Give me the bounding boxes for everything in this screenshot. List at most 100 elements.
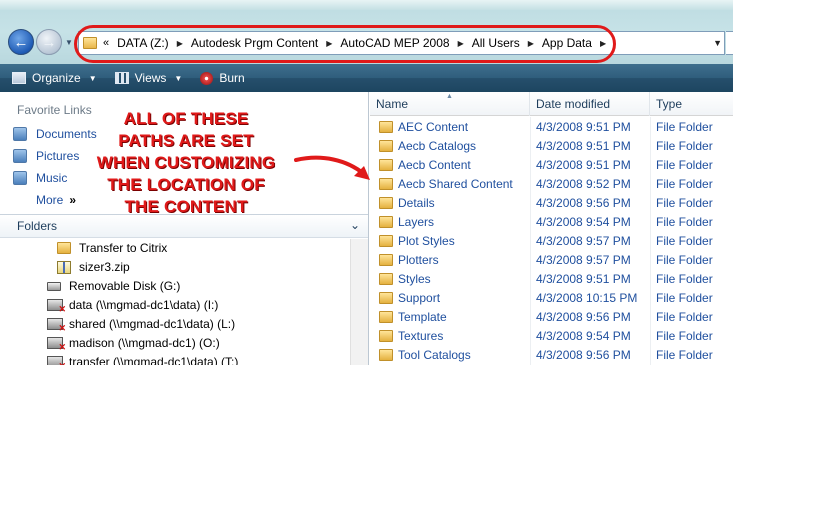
file-row[interactable]: Textures 4/3/2008 9:54 PM File Folder xyxy=(370,326,733,345)
favorite-link-music[interactable]: Music xyxy=(13,171,67,185)
folders-label: Folders xyxy=(17,219,58,233)
type-cell: File Folder xyxy=(656,328,713,343)
type-cell: File Folder xyxy=(656,176,713,191)
type-cell: File Folder xyxy=(656,347,713,362)
breadcrumb-arrow-icon[interactable]: ▶ xyxy=(458,39,464,48)
type-cell: File Folder xyxy=(656,119,713,134)
column-header-label: Name xyxy=(376,97,409,111)
tree-scrollbar[interactable] xyxy=(350,239,368,365)
file-row[interactable]: Plot Styles 4/3/2008 9:57 PM File Folder xyxy=(370,231,733,250)
folder-icon xyxy=(57,242,71,254)
date-modified-cell: 4/3/2008 9:51 PM xyxy=(536,157,631,172)
column-header-label: Date modified xyxy=(536,97,611,111)
burn-label: Burn xyxy=(219,71,245,85)
favorite-link-label: Music xyxy=(36,171,68,185)
breadcrumb-item[interactable]: DATA (Z:) xyxy=(117,36,169,50)
file-name-cell: AEC Content xyxy=(370,120,530,134)
folder-icon xyxy=(379,177,393,190)
organize-button[interactable]: Organize ▼ xyxy=(12,71,97,85)
file-list-pane: ▲ Name Date modified Type AEC Content 4/3… xyxy=(370,92,733,365)
type-cell: File Folder xyxy=(656,290,713,305)
breadcrumb-item[interactable]: AutoCAD MEP 2008 xyxy=(340,36,449,50)
type-cell: File Folder xyxy=(656,157,713,172)
annotation-line: WHEN CUSTOMIZING xyxy=(96,153,276,172)
file-row[interactable]: Styles 4/3/2008 9:51 PM File Folder xyxy=(370,269,733,288)
column-header-name[interactable]: ▲ Name xyxy=(370,92,530,116)
column-header-label: Type xyxy=(656,97,683,111)
folder-icon xyxy=(379,139,393,152)
folder-icon xyxy=(379,329,393,342)
burn-disc-icon xyxy=(200,71,214,85)
window-top-edge xyxy=(0,0,733,10)
address-bar[interactable]: « DATA (Z:) ▶ Autodesk Prgm Content ▶ Au… xyxy=(78,31,725,55)
column-header-type[interactable]: Type xyxy=(650,92,733,116)
breadcrumb-overflow-button[interactable]: « xyxy=(103,37,109,49)
date-modified-cell: 4/3/2008 10:15 PM xyxy=(536,290,638,305)
file-name: Support xyxy=(398,290,441,305)
breadcrumb-arrow-icon[interactable]: ▶ xyxy=(177,39,183,48)
views-label: Views xyxy=(134,71,167,85)
type-cell: File Folder xyxy=(656,252,713,267)
tree-item[interactable]: madison (\\mgmad-dc1) (O:) xyxy=(47,336,220,353)
annotation-text: ALL OF THESE PATHS ARE SET WHEN CUSTOMIZ… xyxy=(70,108,302,218)
file-name: Aecb Shared Content xyxy=(398,176,513,191)
file-name-cell: Details xyxy=(370,196,530,210)
views-button[interactable]: Views ▼ xyxy=(114,71,182,85)
annotation-arrow-icon xyxy=(294,155,370,180)
folder-icon xyxy=(379,310,393,323)
file-name-cell: Styles xyxy=(370,272,530,286)
breadcrumb-item[interactable]: Autodesk Prgm Content xyxy=(191,36,318,50)
file-row[interactable]: Layers 4/3/2008 9:54 PM File Folder xyxy=(370,212,733,231)
folder-icon xyxy=(379,120,393,133)
date-modified-cell: 4/3/2008 9:51 PM xyxy=(536,271,631,286)
refresh-button-edge[interactable] xyxy=(726,31,733,55)
sort-ascending-icon: ▲ xyxy=(446,93,453,100)
breadcrumb-arrow-icon[interactable]: ▶ xyxy=(600,39,606,48)
tree-item[interactable]: data (\\mgmad-dc1\data) (I:) xyxy=(47,298,218,315)
explorer-window: ← → ▼ « DATA (Z:) ▶ Autodesk Prgm Conten… xyxy=(0,0,733,365)
file-row[interactable]: Aecb Shared Content 4/3/2008 9:52 PM File … xyxy=(370,174,733,193)
arrow-right-icon: → xyxy=(41,33,57,51)
removable-disk-icon xyxy=(47,281,61,291)
folder-icon xyxy=(379,196,393,209)
file-name: Layers xyxy=(398,214,435,229)
file-name-cell: Plot Styles xyxy=(370,234,530,248)
column-header-date-modified[interactable]: Date modified xyxy=(530,92,650,116)
annotation-line: PATHS ARE SET xyxy=(118,131,254,150)
breadcrumb-item[interactable]: App Data xyxy=(542,36,592,50)
file-name: Aecb Content xyxy=(398,157,471,172)
file-name-cell: Template xyxy=(370,310,530,324)
date-modified-cell: 4/3/2008 9:57 PM xyxy=(536,252,631,267)
tree-item[interactable]: transfer (\\mgmad-dc1\data) (T:) xyxy=(47,355,238,365)
file-row[interactable]: Tool Catalogs 4/3/2008 9:56 PM File Folder xyxy=(370,345,733,364)
address-dropdown-icon[interactable]: ▼ xyxy=(713,38,722,48)
breadcrumb-arrow-icon[interactable]: ▶ xyxy=(528,39,534,48)
navigation-bar: ← → ▼ « DATA (Z:) ▶ Autodesk Prgm Conten… xyxy=(0,0,733,64)
file-name: Plotters xyxy=(398,252,439,267)
tree-item[interactable]: sizer3.zip xyxy=(57,260,130,274)
file-name-cell: Support xyxy=(370,291,530,305)
tree-item[interactable]: Transfer to Citrix xyxy=(57,241,167,255)
tree-item[interactable]: shared (\\mgmad-dc1\data) (L:) xyxy=(47,317,235,334)
recent-pages-dropdown-icon[interactable]: ▼ xyxy=(65,38,73,47)
folder-icon xyxy=(379,234,393,247)
annotation-line: THE CONTENT xyxy=(124,197,248,216)
file-row[interactable]: Template 4/3/2008 9:56 PM File Folder xyxy=(370,307,733,326)
back-button[interactable]: ← xyxy=(8,29,34,55)
file-row[interactable]: Plotters 4/3/2008 9:57 PM File Folder xyxy=(370,250,733,269)
pictures-icon xyxy=(13,149,27,163)
forward-button[interactable]: → xyxy=(36,29,62,55)
folder-icon xyxy=(379,348,393,361)
file-row[interactable]: Support 4/3/2008 10:15 PM File Folder xyxy=(370,288,733,307)
date-modified-cell: 4/3/2008 9:54 PM xyxy=(536,328,631,343)
file-row[interactable]: Details 4/3/2008 9:56 PM File Folder xyxy=(370,193,733,212)
breadcrumb-arrow-icon[interactable]: ▶ xyxy=(326,39,332,48)
file-row[interactable]: Aecb Content 4/3/2008 9:51 PM File Folder xyxy=(370,155,733,174)
tree-item[interactable]: Removable Disk (G:) xyxy=(47,279,180,293)
file-row[interactable]: Aecb Catalogs 4/3/2008 9:51 PM File Folder xyxy=(370,136,733,155)
file-row[interactable]: AEC Content 4/3/2008 9:51 PM File Folder xyxy=(370,117,733,136)
disconnected-drive-icon xyxy=(47,337,66,353)
breadcrumb-item[interactable]: All Users xyxy=(472,36,520,50)
chevron-down-icon: ⌄ xyxy=(349,218,360,232)
burn-button[interactable]: Burn xyxy=(200,71,245,85)
